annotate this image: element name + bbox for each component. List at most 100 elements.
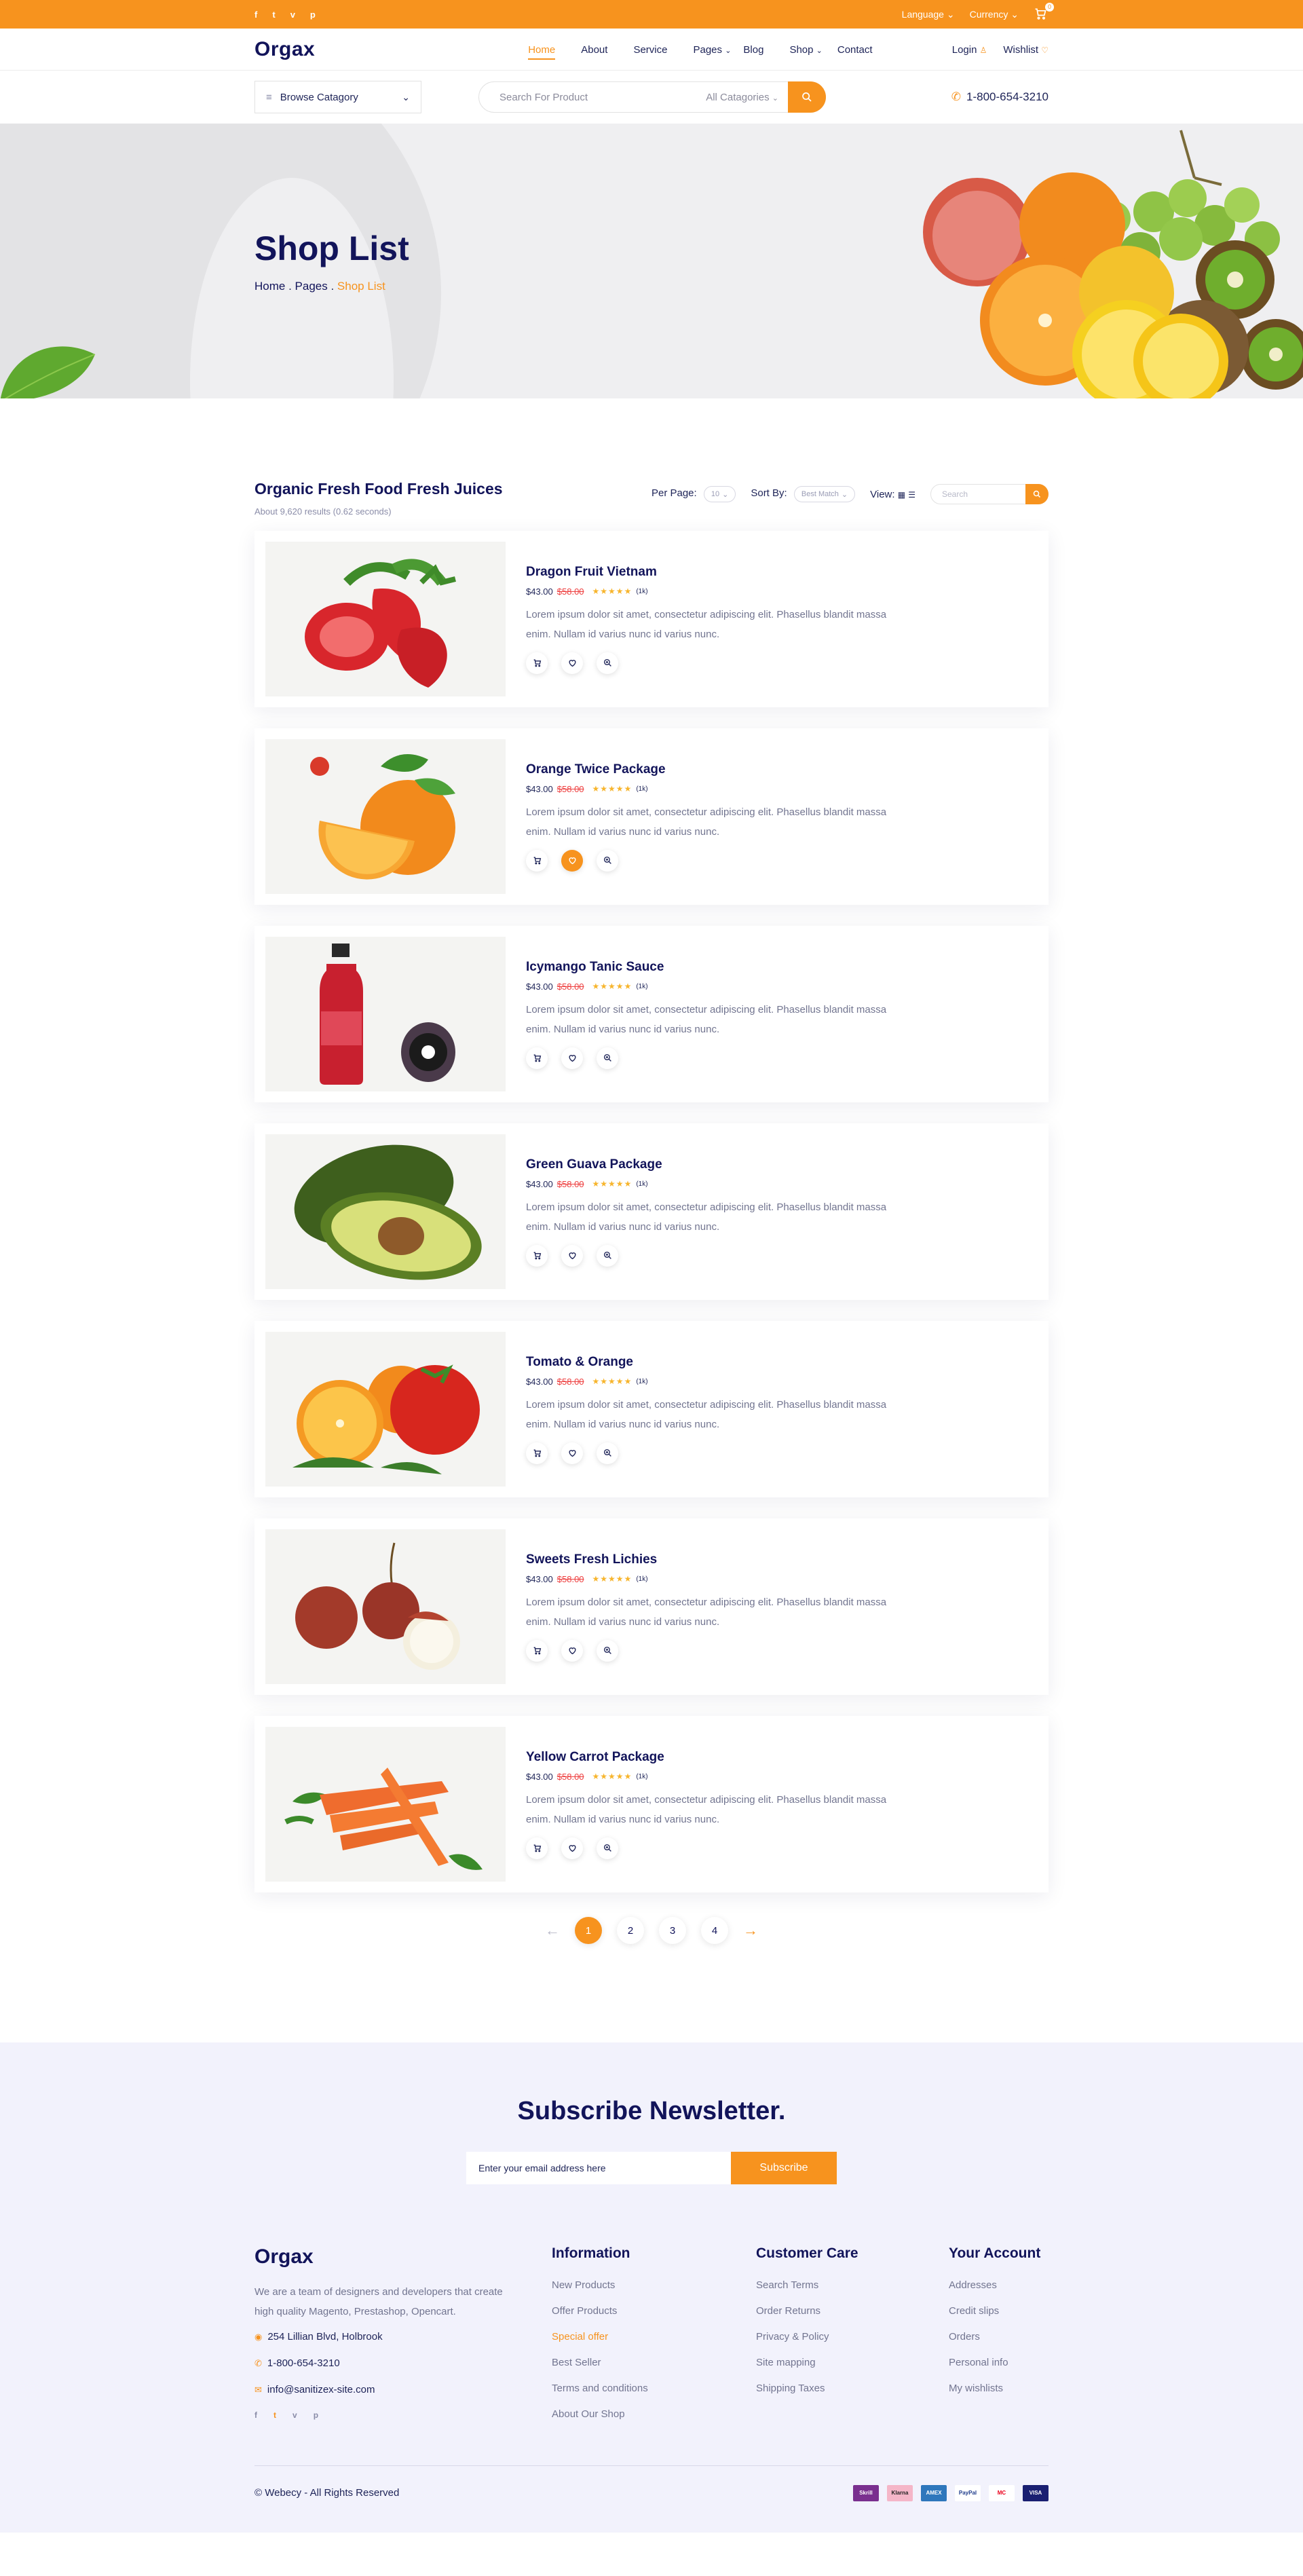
footer-phone[interactable]: ✆ 1-800-654-3210 <box>254 2357 552 2369</box>
add-to-cart-button[interactable] <box>526 1639 548 1662</box>
product-card[interactable]: Dragon Fruit Vietnam $43.00 $58.00 ★★★★★… <box>254 531 1049 707</box>
nav-about[interactable]: About <box>581 44 607 56</box>
footer-link[interactable]: About Our Shop <box>552 2408 756 2420</box>
add-to-cart-button[interactable] <box>526 1047 548 1069</box>
product-title[interactable]: Green Guava Package <box>526 1157 892 1172</box>
search-button[interactable] <box>788 81 826 113</box>
header-phone[interactable]: ✆ 1-800-654-3210 <box>951 90 1049 104</box>
site-logo[interactable]: Orgax <box>254 38 315 61</box>
wishlist-link[interactable]: Wishlist ♡ <box>1003 44 1049 56</box>
footer-link[interactable]: Privacy & Policy <box>756 2331 949 2342</box>
add-to-cart-button[interactable] <box>526 1244 548 1267</box>
add-to-wishlist-button[interactable] <box>561 849 583 872</box>
footer-link[interactable]: Credit slips <box>949 2305 1040 2317</box>
product-title[interactable]: Tomato & Orange <box>526 1355 892 1370</box>
breadcrumb-pages[interactable]: Pages <box>295 280 328 293</box>
product-title[interactable]: Sweets Fresh Lichies <box>526 1552 892 1567</box>
product-title[interactable]: Orange Twice Package <box>526 762 892 777</box>
nav-shop[interactable]: Shop ⌄ <box>789 44 822 56</box>
subscribe-button[interactable]: Subscribe <box>731 2152 837 2184</box>
nav-blog[interactable]: Blog <box>743 44 763 56</box>
add-to-cart-button[interactable] <box>526 652 548 674</box>
footer-link[interactable]: Site mapping <box>756 2357 949 2368</box>
quick-view-button[interactable] <box>597 1837 618 1859</box>
footer-link[interactable]: Orders <box>949 2331 1040 2342</box>
footer-link[interactable]: Best Seller <box>552 2357 756 2368</box>
product-title[interactable]: Icymango Tanic Sauce <box>526 960 892 975</box>
footer-link[interactable]: Terms and conditions <box>552 2383 756 2394</box>
product-card[interactable]: Icymango Tanic Sauce $43.00 $58.00 ★★★★★… <box>254 926 1049 1102</box>
add-to-wishlist-button[interactable] <box>561 1639 583 1662</box>
footer-link[interactable]: Addresses <box>949 2279 1040 2291</box>
category-select[interactable]: All Catagories ⌄ <box>706 92 778 103</box>
quick-view-button[interactable] <box>597 1639 618 1662</box>
next-page-button[interactable]: → <box>743 1922 758 1939</box>
vimeo-icon[interactable]: v <box>292 2410 297 2420</box>
nav-pages[interactable]: Pages ⌄ <box>693 44 731 56</box>
footer-link[interactable]: My wishlists <box>949 2383 1040 2394</box>
product-image[interactable] <box>265 739 506 894</box>
product-card[interactable]: Yellow Carrot Package $43.00 $58.00 ★★★★… <box>254 1716 1049 1892</box>
search-input[interactable]: Search For Product <box>499 92 588 103</box>
quick-view-button[interactable] <box>597 1244 618 1267</box>
per-page-select[interactable]: 10 ⌄ <box>703 486 736 502</box>
twitter-icon[interactable]: t <box>273 2410 276 2420</box>
twitter-icon[interactable]: t <box>272 10 275 20</box>
vimeo-icon[interactable]: v <box>290 10 295 20</box>
list-search-button[interactable] <box>1025 484 1049 504</box>
add-to-wishlist-button[interactable] <box>561 1244 583 1267</box>
login-link[interactable]: Login ♙ <box>952 44 987 56</box>
product-card[interactable]: Sweets Fresh Lichies $43.00 $58.00 ★★★★★… <box>254 1518 1049 1695</box>
product-title[interactable]: Dragon Fruit Vietnam <box>526 565 892 580</box>
pinterest-icon[interactable]: p <box>310 10 316 20</box>
breadcrumb-home[interactable]: Home <box>254 280 285 293</box>
product-image[interactable] <box>265 1529 506 1684</box>
pinterest-icon[interactable]: p <box>314 2410 318 2420</box>
nav-contact[interactable]: Contact <box>837 44 873 56</box>
product-card[interactable]: Green Guava Package $43.00 $58.00 ★★★★★ … <box>254 1123 1049 1300</box>
language-dropdown[interactable]: Language ⌄ <box>902 9 955 20</box>
browse-category-button[interactable]: ≡ Browse Catagory ⌄ <box>254 81 421 113</box>
currency-dropdown[interactable]: Currency ⌄ <box>970 9 1019 20</box>
product-image[interactable] <box>265 1727 506 1882</box>
add-to-cart-button[interactable] <box>526 1837 548 1859</box>
quick-view-button[interactable] <box>597 849 618 872</box>
footer-link[interactable]: Offer Products <box>552 2305 756 2317</box>
product-card[interactable]: Tomato & Orange $43.00 $58.00 ★★★★★ (1k)… <box>254 1321 1049 1497</box>
prev-page-button[interactable]: ← <box>545 1922 560 1939</box>
product-image[interactable] <box>265 937 506 1091</box>
quick-view-button[interactable] <box>597 1047 618 1069</box>
page-1[interactable]: 1 <box>575 1917 602 1944</box>
facebook-icon[interactable]: f <box>254 2410 257 2420</box>
product-image[interactable] <box>265 542 506 696</box>
add-to-wishlist-button[interactable] <box>561 652 583 674</box>
footer-logo[interactable]: Orgax <box>254 2245 552 2269</box>
quick-view-button[interactable] <box>597 1442 618 1464</box>
page-4[interactable]: 4 <box>701 1917 728 1944</box>
list-search-input[interactable]: Search <box>942 489 968 499</box>
footer-email[interactable]: ✉ info@sanitizex-site.com <box>254 2384 552 2395</box>
product-image[interactable] <box>265 1134 506 1289</box>
page-2[interactable]: 2 <box>617 1917 644 1944</box>
add-to-cart-button[interactable] <box>526 1442 548 1464</box>
add-to-cart-button[interactable] <box>526 849 548 872</box>
footer-link[interactable]: New Products <box>552 2279 756 2291</box>
facebook-icon[interactable]: f <box>254 10 257 20</box>
newsletter-email-input[interactable]: Enter your email address here <box>466 2152 731 2184</box>
sort-select[interactable]: Best Match ⌄ <box>793 486 856 502</box>
add-to-wishlist-button[interactable] <box>561 1047 583 1069</box>
footer-link[interactable]: Order Returns <box>756 2305 949 2317</box>
quick-view-button[interactable] <box>597 652 618 674</box>
footer-link[interactable]: Search Terms <box>756 2279 949 2291</box>
grid-view-icon[interactable]: ▦ <box>898 490 905 500</box>
footer-link[interactable]: Special offer <box>552 2331 756 2342</box>
nav-home[interactable]: Home <box>528 44 556 60</box>
footer-link[interactable]: Personal info <box>949 2357 1040 2368</box>
footer-link[interactable]: Shipping Taxes <box>756 2383 949 2394</box>
list-view-icon[interactable]: ☰ <box>908 490 915 500</box>
nav-service[interactable]: Service <box>633 44 667 56</box>
cart-button[interactable]: 0 <box>1034 3 1054 22</box>
product-image[interactable] <box>265 1332 506 1487</box>
page-3[interactable]: 3 <box>659 1917 686 1944</box>
add-to-wishlist-button[interactable] <box>561 1442 583 1464</box>
